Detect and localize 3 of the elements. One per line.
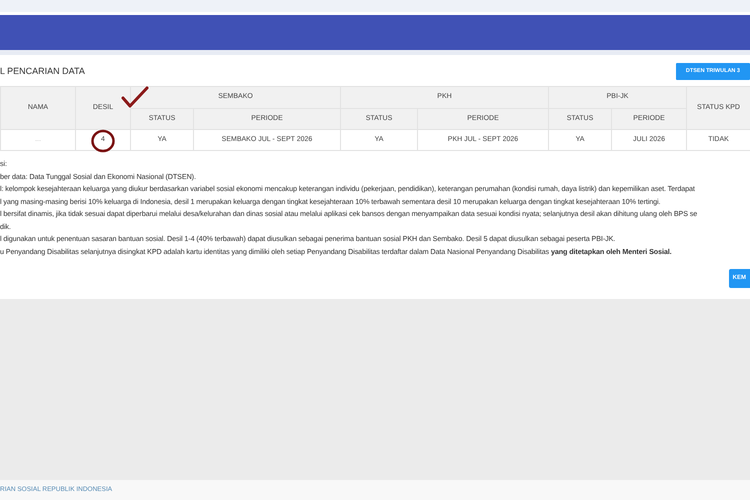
circle-mark <box>90 129 116 153</box>
page-title: L PENCARIAN DATA <box>0 64 85 78</box>
checkmark-icon <box>121 86 149 108</box>
